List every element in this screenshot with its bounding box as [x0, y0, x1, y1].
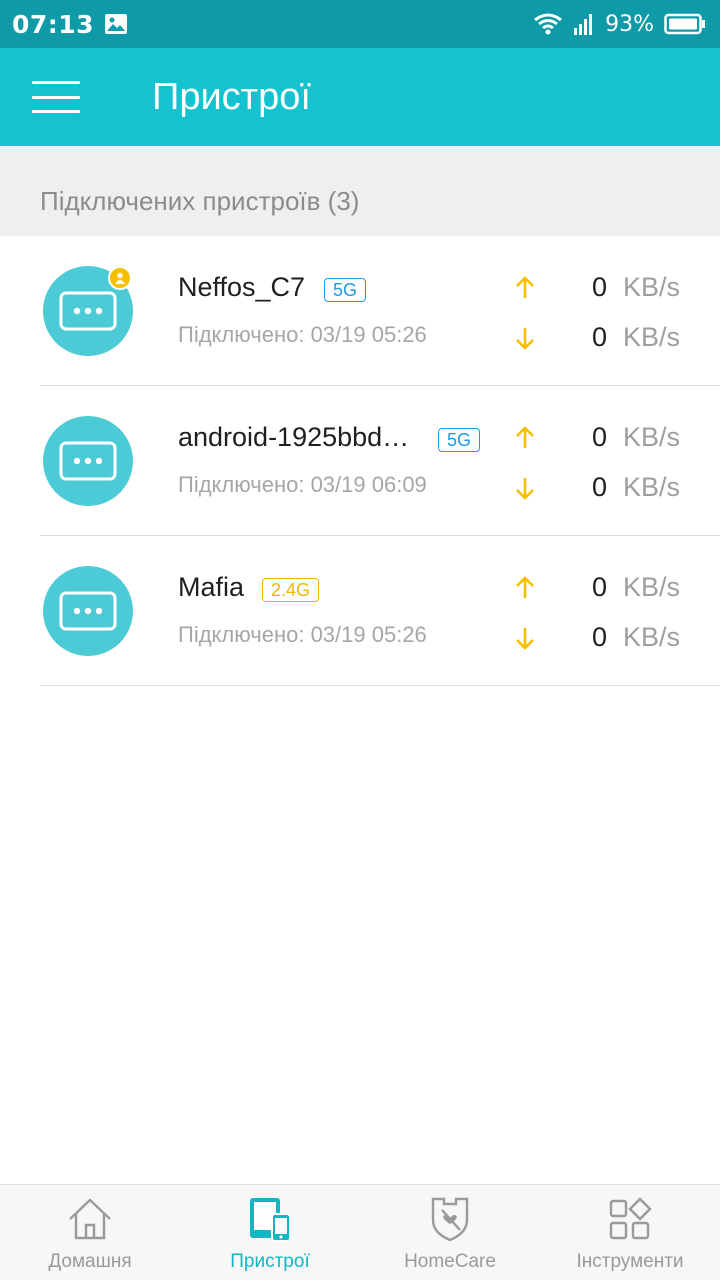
nav-label-devices: Пристрої	[230, 1251, 310, 1272]
gallery-notification-icon	[104, 13, 128, 35]
upload-speed-unit: KB/s	[623, 272, 681, 302]
battery-icon	[664, 13, 706, 35]
nav-item-home[interactable]: Домашня	[0, 1185, 180, 1280]
menu-icon-line	[32, 110, 80, 113]
device-generic-icon	[59, 441, 117, 481]
upload-speed-value: 0	[591, 572, 607, 602]
device-name: Neffos_C7	[178, 272, 306, 302]
upload-speed-unit: KB/s	[623, 572, 681, 602]
download-speed-value: 0	[591, 322, 607, 352]
menu-button[interactable]	[32, 81, 80, 113]
device-connected-time: Підключено: 03/19 06:09	[178, 472, 427, 497]
download-arrow-icon	[516, 478, 534, 500]
upload-speed-value: 0	[591, 272, 607, 302]
device-name: Mafia	[178, 572, 245, 602]
bottom-nav: Домашня Пристрої HomeCare Інструменти	[0, 1184, 720, 1280]
device-generic-icon	[59, 291, 117, 331]
home-icon	[66, 1195, 114, 1243]
status-left: 07:13	[12, 10, 128, 39]
download-speed-value: 0	[591, 472, 607, 502]
upload-speed-value: 0	[591, 422, 607, 452]
download-speed-unit: KB/s	[623, 622, 681, 652]
device-row-android[interactable]: android-1925bbd… 5G Підключено: 03/19 06…	[0, 386, 720, 536]
upload-arrow-icon	[516, 426, 534, 448]
device-row-mafia[interactable]: Mafia 2.4G Підключено: 03/19 05:26 0 KB/…	[0, 536, 720, 686]
cellular-signal-icon	[573, 12, 595, 36]
menu-icon-line	[32, 95, 80, 99]
band-badge: 2.4G	[262, 578, 320, 602]
status-time: 07:13	[12, 9, 95, 39]
connected-devices-header: Підключених пристроїв (3)	[0, 146, 720, 236]
band-badge: 5G	[324, 278, 367, 302]
download-arrow-icon	[516, 328, 534, 350]
download-speed-unit: KB/s	[623, 322, 681, 352]
battery-percentage: 93%	[605, 11, 654, 37]
nav-item-tools[interactable]: Інструменти	[540, 1185, 720, 1280]
device-avatar	[43, 416, 133, 506]
status-right: 93%	[533, 12, 706, 37]
upload-arrow-icon	[516, 576, 534, 598]
band-badge: 5G	[438, 428, 481, 452]
device-generic-icon	[59, 591, 117, 631]
device-avatar	[43, 566, 133, 656]
tools-icon	[606, 1195, 654, 1243]
wifi-icon	[533, 12, 563, 36]
owner-badge-icon	[108, 266, 132, 290]
nav-label-tools: Інструменти	[576, 1251, 684, 1272]
upload-arrow-icon	[516, 276, 534, 298]
device-connected-time: Підключено: 03/19 05:26	[178, 622, 427, 647]
nav-label-homecare: HomeCare	[404, 1251, 496, 1272]
download-speed-value: 0	[591, 622, 607, 652]
download-arrow-icon	[516, 628, 534, 650]
device-row-neffos[interactable]: Neffos_C7 5G Підключено: 03/19 05:26 0 K…	[0, 236, 720, 386]
device-name: android-1925bbd…	[178, 422, 410, 452]
app-bar: Пристрої	[0, 48, 720, 146]
device-connected-time: Підключено: 03/19 05:26	[178, 322, 427, 347]
devices-icon	[246, 1195, 294, 1243]
menu-icon-line	[32, 81, 80, 84]
shield-icon	[426, 1195, 474, 1243]
nav-item-homecare[interactable]: HomeCare	[360, 1185, 540, 1280]
upload-speed-unit: KB/s	[623, 422, 681, 452]
page-title: Пристрої	[152, 76, 311, 118]
device-list: Neffos_C7 5G Підключено: 03/19 05:26 0 K…	[0, 236, 720, 686]
download-speed-unit: KB/s	[623, 472, 681, 502]
status-bar: 07:13 93%	[0, 0, 720, 48]
nav-item-devices[interactable]: Пристрої	[180, 1185, 360, 1280]
nav-label-home: Домашня	[48, 1251, 132, 1272]
